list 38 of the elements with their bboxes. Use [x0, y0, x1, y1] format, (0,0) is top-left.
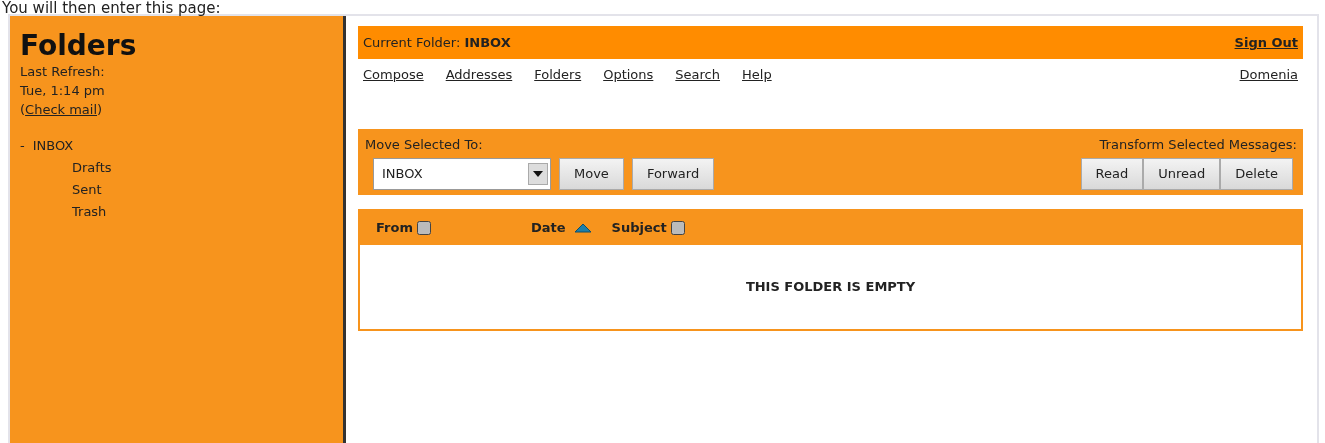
expand-marker[interactable]: -	[20, 135, 25, 157]
column-header[interactable]: Subject	[611, 218, 667, 238]
nav-link[interactable]: Help	[742, 65, 772, 85]
caption-text: You will then enter this page:	[1, 0, 222, 14]
sort-toggle-icon[interactable]	[670, 221, 685, 235]
toolbar-button[interactable]: Forward	[631, 158, 715, 190]
column-header[interactable]: From	[376, 218, 413, 238]
folder-item[interactable]: Drafts	[72, 157, 112, 179]
toolbar-button[interactable]: Unread	[1143, 158, 1221, 190]
check-mail-link[interactable]: Check mail	[25, 102, 98, 117]
folder-item[interactable]: Trash	[72, 201, 107, 223]
empty-folder-message: THIS FOLDER IS EMPTY	[745, 278, 916, 297]
dropdown-caret-icon[interactable]	[528, 163, 548, 185]
nav-link[interactable]: Domenia	[1239, 65, 1298, 85]
folder-item[interactable]: INBOX	[32, 135, 74, 157]
column-header[interactable]: Date	[530, 218, 566, 238]
refresh-label: Last Refresh:	[20, 63, 106, 81]
sign-out-link[interactable]: Sign Out	[1234, 32, 1298, 53]
folder-item[interactable]: Sent	[72, 179, 102, 201]
toolbar-button[interactable]: Move	[559, 158, 624, 190]
nav-link[interactable]: Folders	[534, 65, 582, 85]
transform-label: Transform Selected Messages:	[1099, 135, 1297, 154]
sort-toggle-icon[interactable]	[416, 221, 431, 235]
sidebar-title: Folders	[20, 30, 138, 62]
toolbar-button[interactable]: Delete	[1220, 158, 1293, 190]
folder-select[interactable]: INBOX	[373, 158, 551, 190]
select-value: INBOX	[382, 165, 423, 184]
toolbar-button[interactable]: Read	[1080, 158, 1144, 190]
move-label: Move Selected To:	[365, 135, 483, 154]
nav-link[interactable]: Options	[603, 65, 654, 85]
paren-text: (	[20, 102, 26, 117]
paren-text: )	[97, 102, 103, 117]
sort-ascending-icon[interactable]	[573, 223, 592, 233]
nav-link[interactable]: Addresses	[445, 65, 513, 85]
refresh-time: Tue, 1:14 pm	[20, 82, 106, 100]
nav-link[interactable]: Search	[675, 65, 720, 85]
current-folder-text: Current Folder: INBOX	[363, 33, 511, 52]
nav-link[interactable]: Compose	[363, 65, 424, 85]
